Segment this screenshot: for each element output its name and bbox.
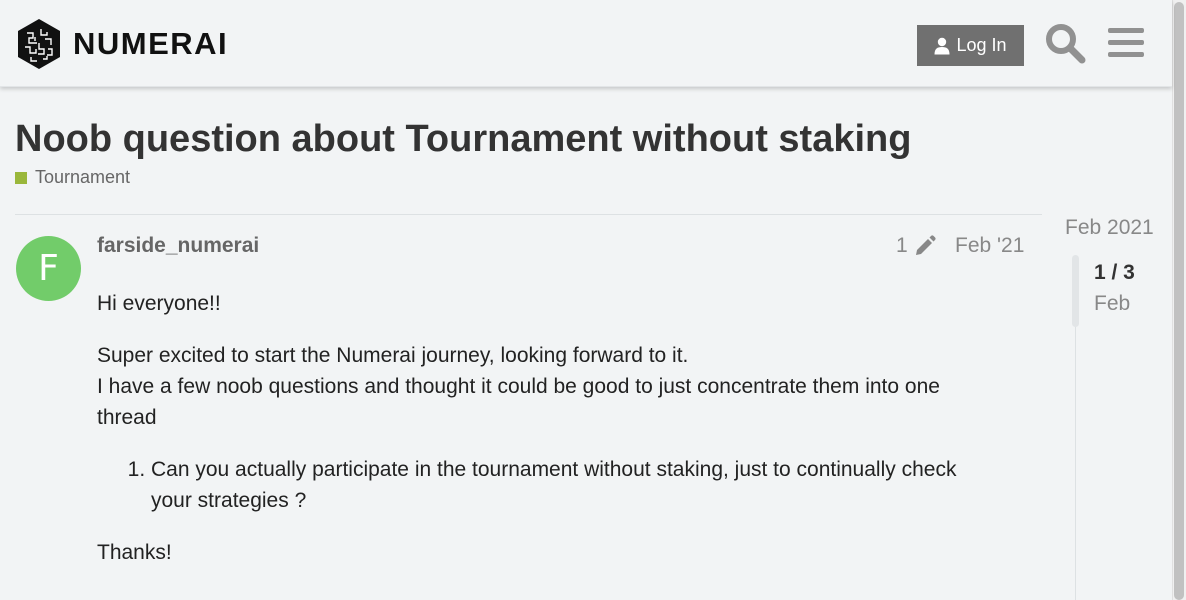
- timeline-position: 1 / 3: [1094, 261, 1135, 284]
- site-header: NUMERAI Log In: [0, 0, 1172, 87]
- edit-history-button[interactable]: 1: [896, 234, 936, 258]
- timeline-month: Feb: [1094, 292, 1131, 315]
- topic-divider: [15, 214, 1042, 215]
- login-label: Log In: [956, 35, 1007, 55]
- category-label: Tournament: [35, 167, 131, 187]
- post-date[interactable]: Feb '21: [955, 234, 1024, 258]
- category-color-swatch: [15, 171, 27, 184]
- post-body: Hi everyone!! Super excited to start the…: [97, 288, 997, 589]
- search-icon: [1046, 24, 1086, 64]
- post-closing: Thanks!: [97, 541, 172, 564]
- user-icon: [934, 37, 950, 55]
- hamburger-menu-icon: [1108, 28, 1144, 57]
- post-username[interactable]: farside_numerai: [97, 234, 259, 258]
- logo-wordmark: NUMERAI: [73, 26, 229, 61]
- post-line: Super excited to start the Numerai journ…: [97, 344, 689, 367]
- post-line: I have a few noob questions and thought …: [97, 375, 940, 429]
- question-list: Can you actually participate in the tour…: [97, 454, 997, 516]
- timeline-start-date[interactable]: Feb 2021: [1065, 216, 1154, 240]
- avatar[interactable]: F: [16, 236, 81, 301]
- login-button[interactable]: Log In: [917, 25, 1024, 66]
- numerai-logo[interactable]: NUMERAI: [15, 17, 228, 71]
- numerai-logo-icon: [18, 19, 60, 69]
- edit-count: 1: [896, 234, 908, 257]
- list-item: Can you actually participate in the tour…: [151, 454, 997, 516]
- timeline-scroll-handle[interactable]: [1072, 255, 1079, 327]
- search-button[interactable]: [1044, 22, 1086, 64]
- hamburger-menu-button[interactable]: [1107, 26, 1145, 60]
- post-paragraph: Super excited to start the Numerai journ…: [97, 340, 997, 433]
- topic-title[interactable]: Noob question about Tournament without s…: [15, 118, 911, 161]
- post-paragraph: Hi everyone!!: [97, 292, 221, 315]
- page-scrollbar-thumb[interactable]: [1174, 2, 1184, 600]
- avatar-letter: F: [38, 248, 59, 289]
- category-badge[interactable]: Tournament: [15, 167, 130, 188]
- pencil-icon: [914, 235, 936, 257]
